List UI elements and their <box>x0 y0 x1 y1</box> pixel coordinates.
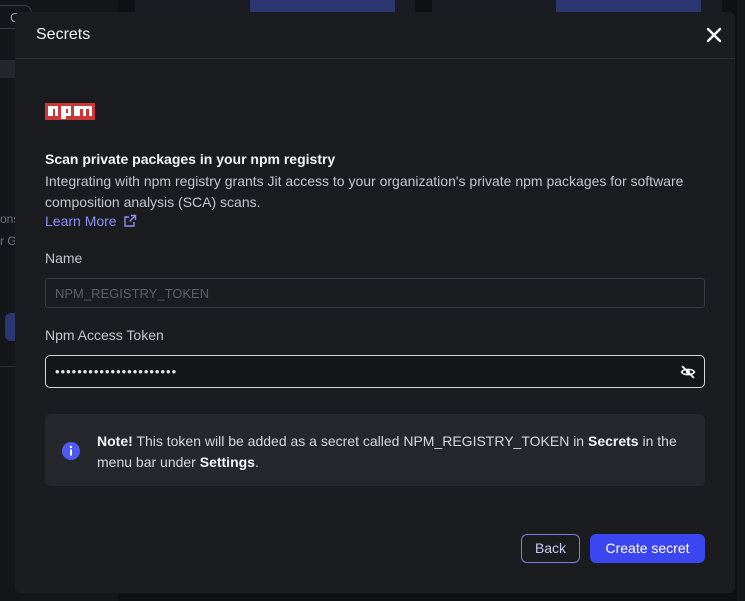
note-secrets: Secrets <box>588 433 639 449</box>
create-secret-button[interactable]: Create secret <box>590 534 705 563</box>
eye-off-icon[interactable] <box>680 364 696 380</box>
note-text: Note! This token will be added as a secr… <box>97 431 687 473</box>
learn-more-label: Learn More <box>45 213 117 229</box>
note-body: This token will be added as a secret cal… <box>132 433 588 449</box>
background-bar <box>0 60 15 78</box>
background-divider <box>0 366 15 367</box>
section-description: Integrating with npm registry grants Jit… <box>45 173 684 210</box>
token-label: Npm Access Token <box>45 327 164 343</box>
note-prefix: Note! <box>97 433 133 449</box>
back-button[interactable]: Back <box>521 534 580 563</box>
info-icon <box>62 442 80 460</box>
background-panel <box>737 0 745 601</box>
token-field[interactable]: •••••••••••••••••••••• <box>45 355 705 388</box>
external-link-icon <box>123 214 136 227</box>
note-settings: Settings <box>199 454 255 470</box>
modal-header: Secrets <box>15 12 735 59</box>
note-body: . <box>254 454 259 470</box>
secrets-modal: Secrets Scan private packages in your np… <box>15 12 735 593</box>
token-value: •••••••••••••••••••••• <box>55 364 178 379</box>
name-field[interactable]: NPM_REGISTRY_TOKEN <box>45 278 705 308</box>
learn-more-link[interactable]: Learn More <box>45 213 137 229</box>
background-button <box>5 313 15 341</box>
npm-logo <box>45 103 95 120</box>
modal-title: Secrets <box>36 26 91 43</box>
close-icon[interactable] <box>705 26 723 44</box>
name-label: Name <box>45 250 83 266</box>
info-note: Note! This token will be added as a secr… <box>45 414 705 486</box>
section-heading: Scan private packages in your npm regist… <box>45 151 336 167</box>
